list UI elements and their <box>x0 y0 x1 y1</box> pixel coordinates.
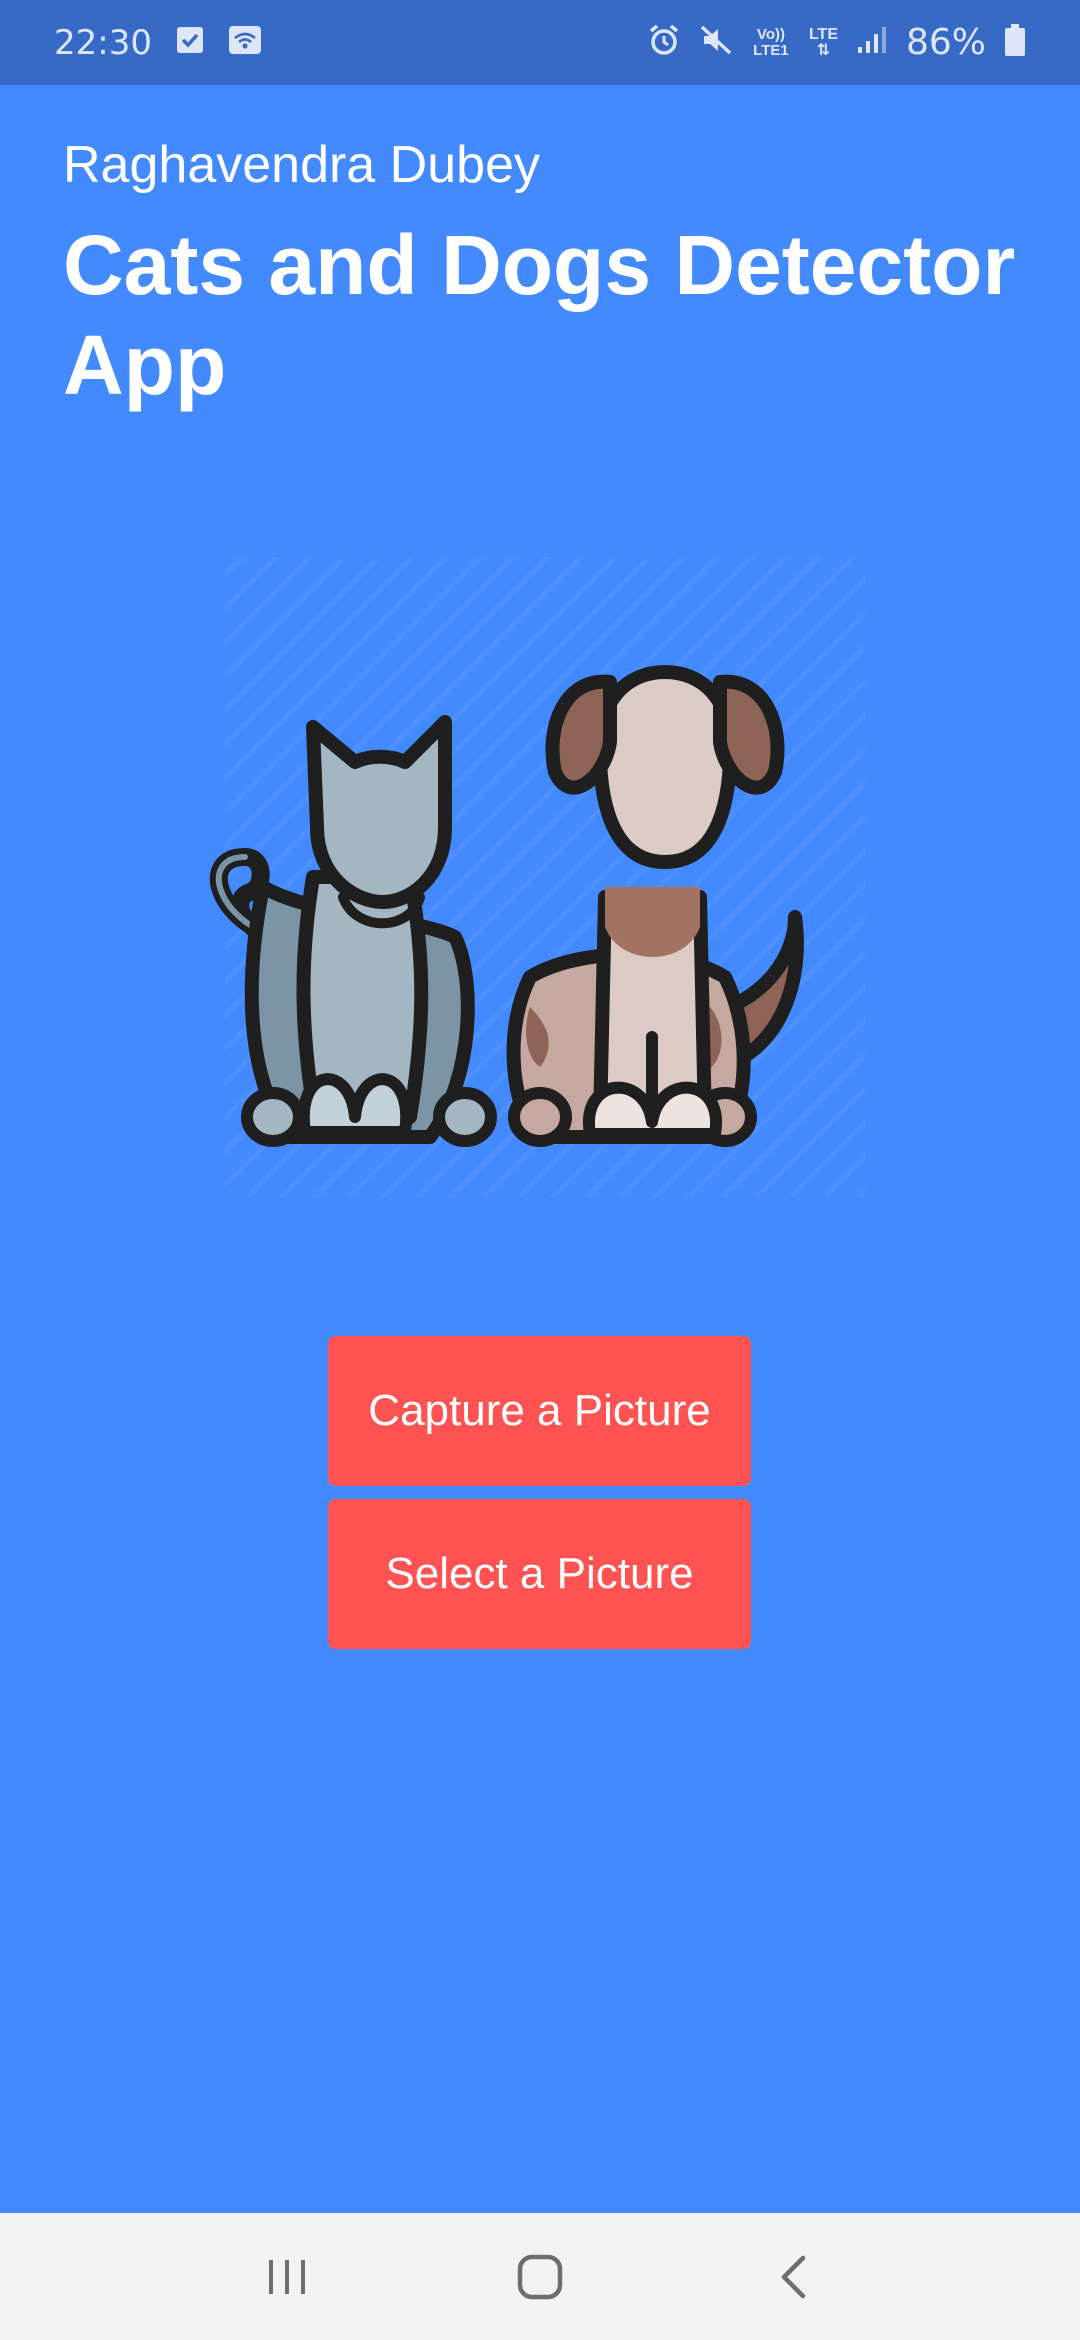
system-nav-bar <box>0 2213 1080 2340</box>
alarm-icon <box>647 23 681 62</box>
battery-icon <box>1004 23 1026 62</box>
recents-button[interactable] <box>227 2237 347 2317</box>
wifi-hotspot-icon <box>228 25 262 60</box>
author-name: Raghavendra Dubey <box>63 136 540 194</box>
lte-indicator: LTE ⇅ <box>808 25 838 59</box>
page-title: Cats and Dogs Detector App <box>63 218 1016 412</box>
volte-indicator: Vo)) LTE1 <box>751 25 791 59</box>
volte-label: Vo)) LTE1 <box>753 25 789 59</box>
back-icon <box>782 2255 806 2298</box>
home-icon <box>517 2254 563 2299</box>
lte-label: LTE <box>808 25 838 43</box>
signal-icon <box>856 25 888 60</box>
capture-picture-button[interactable]: Capture a Picture <box>328 1336 751 1486</box>
mute-icon <box>699 23 733 62</box>
select-picture-button[interactable]: Select a Picture <box>328 1499 751 1649</box>
main-content: Raghavendra Dubey Cats and Dogs Detector… <box>0 85 1080 2213</box>
data-arrows-icon: ⇅ <box>816 41 831 59</box>
status-left: 22:30 <box>54 23 262 63</box>
task-check-icon <box>176 26 204 59</box>
battery-percent: 86% <box>905 22 986 63</box>
status-bar: 22:30 Vo)) LTE1 LTE ⇅ 86% <box>0 0 1080 85</box>
recents-icon <box>268 2259 305 2294</box>
back-button[interactable] <box>733 2237 853 2317</box>
home-button[interactable] <box>480 2237 600 2317</box>
status-right: Vo)) LTE1 LTE ⇅ 86% <box>647 22 1026 63</box>
status-time: 22:30 <box>54 22 152 63</box>
cat-and-dog-illustration <box>205 557 865 1207</box>
